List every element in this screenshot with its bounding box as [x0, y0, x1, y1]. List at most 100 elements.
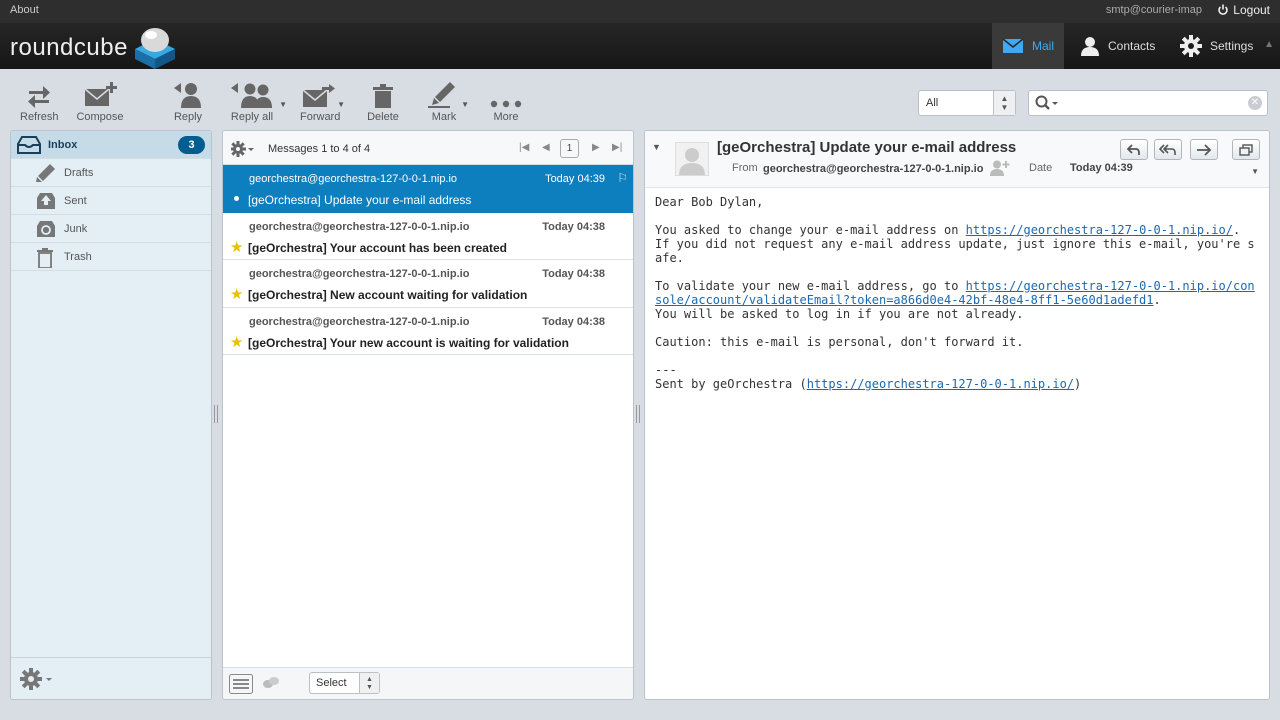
- filter-select[interactable]: All ▲ ▼: [918, 90, 1016, 116]
- select-label: Select: [316, 677, 347, 689]
- unread-badge: 3: [178, 136, 205, 154]
- search-box[interactable]: ✕: [1028, 90, 1268, 116]
- message-row[interactable]: georchestra@georchestra-127-0-0-1.nip.io…: [223, 213, 633, 260]
- from-label: From: [732, 162, 758, 174]
- refresh-icon: [28, 86, 50, 108]
- open-in-new-window-button[interactable]: [1232, 139, 1260, 160]
- select-arrows-icon: ▲ ▼: [993, 91, 1015, 115]
- folder-inbox[interactable]: Inbox 3: [11, 131, 211, 159]
- page-number-input[interactable]: 1: [560, 139, 579, 158]
- more-label: More: [493, 111, 519, 123]
- from-address[interactable]: georchestra@georchestra-127-0-0-1.nip.io: [763, 163, 983, 175]
- list-view-icon[interactable]: [229, 674, 253, 697]
- folder-label: Junk: [64, 222, 88, 235]
- refresh-button[interactable]: Refresh: [20, 80, 59, 123]
- folder-junk[interactable]: Junk: [11, 215, 211, 243]
- collapse-header-icon[interactable]: ▲: [1264, 39, 1274, 50]
- more-button[interactable]: More: [488, 80, 524, 123]
- list-options-gear-icon[interactable]: [230, 141, 257, 160]
- folder-sent[interactable]: Sent: [11, 187, 211, 215]
- body-text: You asked to change your e-mail address …: [655, 223, 966, 237]
- flagged-star-icon[interactable]: ★: [230, 287, 243, 302]
- contacts-icon: [1081, 37, 1099, 56]
- folder-label: Sent: [64, 194, 87, 207]
- preview-forward-button[interactable]: [1190, 139, 1218, 160]
- flagged-star-icon[interactable]: ★: [230, 240, 243, 255]
- last-page-icon[interactable]: ▶|: [612, 142, 622, 153]
- message-row[interactable]: georchestra@georchestra-127-0-0-1.nip.io…: [223, 260, 633, 308]
- compose-button[interactable]: Compose: [76, 80, 124, 123]
- mark-label: Mark: [431, 111, 457, 123]
- flag-icon[interactable]: ⚐: [617, 171, 628, 185]
- reply-all-dropdown-icon[interactable]: ▼: [279, 100, 287, 109]
- sent-icon: [37, 193, 55, 209]
- search-input[interactable]: [1059, 94, 1239, 112]
- message-from: georchestra@georchestra-127-0-0-1.nip.io: [249, 315, 470, 328]
- signature: --- Sent by geOrchestra (https://georches…: [655, 363, 1261, 391]
- delete-button[interactable]: Delete: [366, 80, 400, 123]
- body-greeting: Dear Bob Dylan,: [655, 195, 764, 209]
- preview-reply-all-button[interactable]: [1154, 139, 1182, 160]
- header: roundcube Mail Contacts Settings ▲: [0, 23, 1280, 69]
- new-window-icon: [1239, 143, 1253, 156]
- forward-button[interactable]: Forward ▼: [300, 80, 345, 123]
- delete-label: Delete: [367, 111, 399, 123]
- search-icon[interactable]: [1035, 95, 1059, 114]
- body-link[interactable]: https://georchestra-127-0-0-1.nip.io/: [966, 223, 1233, 237]
- nav-mail-label: Mail: [1031, 39, 1054, 53]
- folder-trash[interactable]: Trash: [11, 243, 211, 271]
- roundcube-logo-icon: [134, 28, 175, 69]
- date-value: Today 04:39: [1070, 162, 1133, 174]
- clear-search-icon[interactable]: ✕: [1248, 96, 1262, 110]
- signature-separator: ---: [655, 363, 677, 377]
- previous-page-icon[interactable]: ◀: [542, 142, 550, 153]
- select-dropdown[interactable]: Select ▲ ▼: [309, 672, 380, 694]
- reply-all-button[interactable]: Reply all ▼: [224, 80, 287, 123]
- folder-drafts[interactable]: Drafts: [11, 159, 211, 187]
- more-icon: [490, 100, 522, 108]
- message-list: Messages 1 to 4 of 4 |◀ ◀ 1 ▶ ▶| georche…: [222, 130, 634, 700]
- reply-label: Reply: [173, 111, 203, 123]
- nav-contacts[interactable]: Contacts: [1070, 23, 1166, 69]
- power-icon: [1218, 4, 1229, 15]
- toggle-headers-icon[interactable]: ▼: [652, 142, 661, 152]
- folder-list: Inbox 3 Drafts Sent Junk Trash: [10, 130, 212, 700]
- nav-settings[interactable]: Settings: [1170, 23, 1266, 69]
- threads-view-icon[interactable]: [262, 676, 280, 693]
- nav-mail[interactable]: Mail: [992, 23, 1064, 69]
- trash-icon: [37, 248, 53, 268]
- more-headers-icon[interactable]: ▼: [1251, 167, 1259, 176]
- reply-all-label: Reply all: [230, 111, 274, 123]
- message-row[interactable]: georchestra@georchestra-127-0-0-1.nip.io…: [223, 165, 633, 213]
- folder-settings-gear-icon[interactable]: [20, 668, 54, 693]
- logout-button[interactable]: Logout: [1217, 3, 1270, 17]
- reply-all-icon: [231, 83, 272, 108]
- signature-link[interactable]: https://georchestra-127-0-0-1.nip.io/: [807, 377, 1074, 391]
- folder-label: Drafts: [64, 166, 94, 179]
- message-row[interactable]: georchestra@georchestra-127-0-0-1.nip.io…: [223, 308, 633, 355]
- first-page-icon[interactable]: |◀: [519, 142, 529, 153]
- next-page-icon[interactable]: ▶: [592, 142, 600, 153]
- folder-splitter[interactable]: [214, 405, 218, 423]
- message-date: Today 04:38: [542, 268, 605, 280]
- compose-icon: [84, 82, 117, 106]
- preview-header: ▼ [geOrchestra] Update your e-mail addre…: [645, 131, 1269, 188]
- reply-button[interactable]: Reply: [170, 80, 206, 123]
- nav-contacts-label: Contacts: [1108, 39, 1156, 53]
- list-splitter[interactable]: [636, 405, 640, 423]
- compose-label: Compose: [76, 111, 124, 123]
- mark-dropdown-icon[interactable]: ▼: [461, 100, 469, 109]
- preview-reply-button[interactable]: [1120, 139, 1148, 160]
- about-link[interactable]: About: [10, 4, 39, 16]
- flagged-star-icon[interactable]: ★: [230, 335, 243, 350]
- add-contact-icon[interactable]: [990, 160, 1010, 179]
- filter-value: All: [926, 97, 939, 109]
- logo-text: roundcube: [10, 34, 128, 61]
- message-subject: [geOrchestra] New account waiting for va…: [248, 288, 528, 302]
- select-arrows-icon: ▲ ▼: [359, 673, 379, 693]
- sender-avatar: [675, 142, 709, 176]
- mark-button[interactable]: Mark ▼: [426, 80, 469, 123]
- message-count: Messages 1 to 4 of 4: [268, 143, 371, 155]
- forward-dropdown-icon[interactable]: ▼: [337, 100, 345, 109]
- logout-label: Logout: [1233, 3, 1270, 17]
